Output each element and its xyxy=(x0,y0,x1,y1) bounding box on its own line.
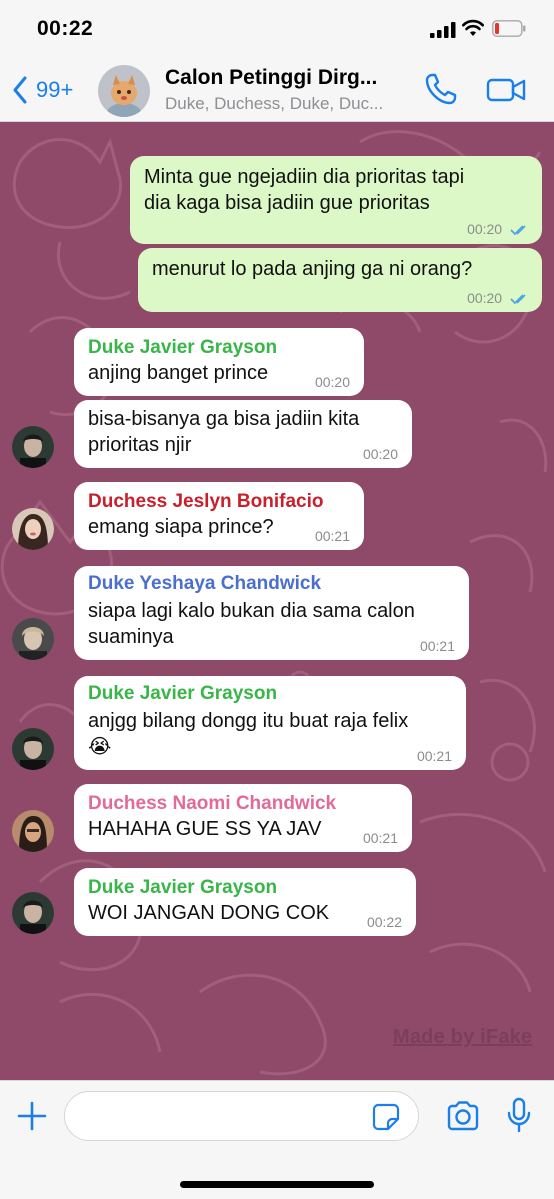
message-text: siapa lagi kalo bukan dia sama calon sua… xyxy=(88,596,455,650)
avatar[interactable] xyxy=(12,618,54,660)
video-camera-icon[interactable] xyxy=(486,76,526,104)
sender-name[interactable]: Duke Javier Grayson xyxy=(88,328,350,360)
microphone-icon[interactable] xyxy=(506,1097,532,1133)
message-time: 00:22 xyxy=(366,914,402,930)
message-line: menurut lo pada anjing ga ni orang? xyxy=(152,258,473,280)
avatar[interactable] xyxy=(12,728,54,770)
avatar[interactable] xyxy=(12,810,54,852)
home-indicator xyxy=(180,1181,374,1188)
phone-icon[interactable] xyxy=(424,72,458,106)
camera-icon[interactable] xyxy=(446,1101,480,1131)
message-text: emang siapa prince? xyxy=(88,516,274,538)
back-button[interactable]: 99+ xyxy=(12,74,73,106)
group-members[interactable]: Duke, Duchess, Duke, Duc... xyxy=(165,94,410,114)
incoming-message[interactable]: Duke Javier Grayson anjgg bilang dongg i… xyxy=(74,676,466,770)
incoming-message[interactable]: Duchess Naomi Chandwick HAHAHA GUE SS YA… xyxy=(74,784,412,852)
sender-name[interactable]: Duchess Jeslyn Bonifacio xyxy=(88,482,350,514)
time-label: 00:20 xyxy=(467,290,503,306)
signal-icon xyxy=(430,22,456,38)
message-time: 00:20 xyxy=(362,446,398,462)
chat-area[interactable]: Minta gue ngejadiin dia prioritas tapi d… xyxy=(0,122,554,1080)
message-time: 00:20 xyxy=(467,290,530,306)
group-title[interactable]: Calon Petinggi Dirg... xyxy=(165,66,410,90)
message-text: HAHAHA GUE SS YA JAV xyxy=(88,818,322,840)
message-input[interactable] xyxy=(64,1091,419,1141)
message-time: 00:20 xyxy=(467,221,530,237)
incoming-message[interactable]: bisa-bisanya ga bisa jadiin kita priorit… xyxy=(74,400,412,468)
incoming-message[interactable]: Duke Javier Grayson WOI JANGAN DONG COK … xyxy=(74,868,416,936)
avatar[interactable] xyxy=(12,426,54,468)
avatar[interactable] xyxy=(12,508,54,550)
wifi-icon xyxy=(462,19,484,36)
message-line: bisa-bisanya ga bisa jadiin kita xyxy=(88,408,360,430)
message-line: prioritas njir xyxy=(88,434,192,456)
incoming-message[interactable]: Duchess Jeslyn Bonifacio emang siapa pri… xyxy=(74,482,364,550)
sender-name[interactable]: Duke Javier Grayson xyxy=(88,868,402,900)
watermark-link[interactable]: Made by iFake xyxy=(393,1026,532,1049)
incoming-message[interactable]: Duke Javier Grayson anjing banget prince… xyxy=(74,328,364,396)
message-text: anjing banget prince xyxy=(88,362,269,384)
plus-icon[interactable] xyxy=(16,1100,48,1132)
outgoing-message[interactable]: Minta gue ngejadiin dia prioritas tapi d… xyxy=(130,156,542,244)
message-time: 00:21 xyxy=(419,638,455,654)
sender-name[interactable]: Duke Javier Grayson xyxy=(88,676,452,706)
message-text: menurut lo pada anjing ga ni orang? xyxy=(152,248,528,282)
double-check-icon xyxy=(510,225,526,236)
message-time: 00:21 xyxy=(362,830,398,846)
message-line: siapa lagi kalo bukan dia sama calon xyxy=(88,600,415,622)
back-chevron-icon xyxy=(13,76,27,104)
double-check-icon xyxy=(510,294,526,305)
group-avatar[interactable] xyxy=(98,65,150,117)
status-bar: 00:22 xyxy=(0,0,554,58)
time-label: 00:20 xyxy=(467,221,503,237)
incoming-message[interactable]: Duke Yeshaya Chandwick siapa lagi kalo b… xyxy=(74,566,469,660)
message-time: 00:21 xyxy=(314,528,350,544)
message-text: WOI JANGAN DONG COK xyxy=(88,902,330,924)
outgoing-message[interactable]: menurut lo pada anjing ga ni orang? 00:2… xyxy=(138,248,542,312)
sticker-icon[interactable] xyxy=(372,1103,400,1131)
avatar[interactable] xyxy=(12,892,54,934)
message-text: Minta gue ngejadiin dia prioritas tapi d… xyxy=(144,156,528,216)
message-line: suaminya xyxy=(88,626,174,648)
unread-count: 99+ xyxy=(36,77,74,102)
sender-name[interactable]: Duke Yeshaya Chandwick xyxy=(88,566,455,596)
sender-name[interactable]: Duchess Naomi Chandwick xyxy=(88,784,398,816)
message-line: 😭 xyxy=(88,736,112,758)
message-time: 00:20 xyxy=(314,374,350,390)
message-input-bar xyxy=(0,1080,554,1199)
message-line: dia kaga bisa jadiin gue prioritas xyxy=(144,192,430,214)
message-time: 00:21 xyxy=(416,748,452,764)
message-line: anjgg bilang dongg itu buat raja felix xyxy=(88,710,409,732)
chat-header: 99+ Calon Petinggi Dirg... Duke, Duchess… xyxy=(0,58,554,122)
message-line: Minta gue ngejadiin dia prioritas tapi xyxy=(144,166,465,188)
message-text: anjgg bilang dongg itu buat raja felix 😭 xyxy=(88,706,452,760)
battery-icon xyxy=(492,20,526,37)
status-time: 00:22 xyxy=(37,17,94,40)
message-text: bisa-bisanya ga bisa jadiin kita priorit… xyxy=(88,400,398,458)
